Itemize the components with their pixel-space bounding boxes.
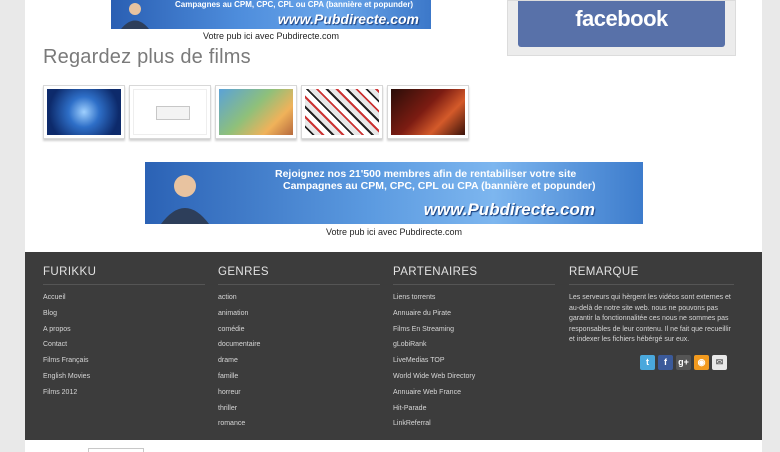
footer-link[interactable]: Annuaire Web France bbox=[393, 388, 555, 404]
remarque-text: Les serveurs qui hèrgent les vidéos sont… bbox=[569, 294, 731, 343]
facebook-icon[interactable]: f bbox=[658, 355, 673, 370]
footer-link[interactable]: horreur bbox=[218, 388, 380, 404]
mid-banner-line1: Rejoignez nos 21'500 membres afin de ren… bbox=[275, 168, 577, 180]
film-thumbnail[interactable] bbox=[129, 85, 211, 139]
footer-link[interactable]: Accueil bbox=[43, 293, 205, 309]
footer-link[interactable]: English Movies bbox=[43, 372, 205, 388]
twitter-icon[interactable]: t bbox=[640, 355, 655, 370]
footer-link[interactable]: A propos bbox=[43, 325, 205, 341]
film-poster-image bbox=[47, 89, 121, 135]
footer-link[interactable]: World Wide Web Directory bbox=[393, 372, 555, 388]
footer-heading: PARTENAIRES bbox=[393, 266, 555, 285]
film-thumbnail[interactable] bbox=[301, 85, 383, 139]
top-banner-caption[interactable]: Votre pub ici avec Pubdirecte.com bbox=[111, 31, 431, 41]
rss-icon[interactable]: ◉ bbox=[694, 355, 709, 370]
footer-heading: REMARQUE bbox=[569, 266, 734, 285]
mid-ad-banner[interactable]: Rejoignez nos 21'500 membres afin de ren… bbox=[145, 162, 643, 224]
google-plus-icon[interactable]: g+ bbox=[676, 355, 691, 370]
top-banner-brand: www.Pubdirecte.com bbox=[277, 11, 419, 27]
section-title: Regardez plus de films bbox=[43, 46, 251, 68]
top-ad-banner[interactable]: Campagnes au CPM, CPC, CPL ou CPA (banni… bbox=[111, 0, 431, 29]
footer-link[interactable]: drame bbox=[218, 356, 380, 372]
footer-link[interactable]: romance bbox=[218, 419, 380, 435]
film-thumbnail[interactable] bbox=[387, 85, 469, 139]
bottom-input-field[interactable] bbox=[88, 448, 144, 452]
site-footer: FURIKKU Accueil Blog A propos Contact Fi… bbox=[25, 252, 762, 440]
film-thumbnails bbox=[43, 85, 473, 139]
film-thumbnail[interactable] bbox=[215, 85, 297, 139]
film-poster-image bbox=[219, 89, 293, 135]
footer-link[interactable]: documentaire bbox=[218, 340, 380, 356]
footer-column-furikku: FURIKKU Accueil Blog A propos Contact Fi… bbox=[43, 266, 205, 404]
film-poster-image bbox=[391, 89, 465, 135]
footer-link[interactable]: Films 2012 bbox=[43, 388, 205, 404]
footer-link[interactable]: Films Français bbox=[43, 356, 205, 372]
social-icons: t f g+ ◉ ✉ bbox=[640, 355, 730, 370]
facebook-widget: facebook bbox=[507, 0, 736, 56]
facebook-button[interactable]: facebook bbox=[518, 1, 725, 47]
film-thumbnail[interactable] bbox=[43, 85, 125, 139]
footer-link[interactable]: thriller bbox=[218, 404, 380, 420]
footer-link[interactable]: Annuaire du Pirate bbox=[393, 309, 555, 325]
footer-column-remarque: REMARQUE Les serveurs qui hèrgent les vi… bbox=[569, 266, 734, 346]
footer-heading: GENRES bbox=[218, 266, 380, 285]
footer-link[interactable]: animation bbox=[218, 309, 380, 325]
person-illustration bbox=[161, 175, 209, 224]
mail-icon[interactable]: ✉ bbox=[712, 355, 727, 370]
footer-link[interactable]: Films En Streaming bbox=[393, 325, 555, 341]
film-poster-placeholder bbox=[133, 89, 207, 135]
footer-link[interactable]: action bbox=[218, 293, 380, 309]
footer-link[interactable]: famille bbox=[218, 372, 380, 388]
placeholder-icon bbox=[156, 106, 190, 120]
mid-banner-caption[interactable]: Votre pub ici avec Pubdirecte.com bbox=[145, 227, 643, 237]
mid-banner-brand: www.Pubdirecte.com bbox=[423, 200, 595, 219]
page-container: Campagnes au CPM, CPC, CPL ou CPA (banni… bbox=[25, 0, 762, 452]
footer-link[interactable]: Liens torrents bbox=[393, 293, 555, 309]
footer-link[interactable]: Contact bbox=[43, 340, 205, 356]
top-banner-text: Campagnes au CPM, CPC, CPL ou CPA (banni… bbox=[175, 0, 414, 9]
facebook-label: facebook bbox=[575, 6, 668, 31]
film-poster-image bbox=[305, 89, 379, 135]
person-illustration bbox=[121, 3, 149, 29]
mid-banner-line2: Campagnes au CPM, CPC, CPL ou CPA (banni… bbox=[283, 180, 596, 192]
footer-column-genres: GENRES action animation comédie document… bbox=[218, 266, 380, 435]
footer-heading: FURIKKU bbox=[43, 266, 205, 285]
footer-column-partenaires: PARTENAIRES Liens torrents Annuaire du P… bbox=[393, 266, 555, 435]
footer-link[interactable]: Hit-Parade bbox=[393, 404, 555, 420]
footer-link[interactable]: LinkReferral bbox=[393, 419, 555, 435]
footer-link[interactable]: LiveMedias TOP bbox=[393, 356, 555, 372]
footer-link[interactable]: comédie bbox=[218, 325, 380, 341]
footer-link[interactable]: Blog bbox=[43, 309, 205, 325]
footer-link[interactable]: gLobiRank bbox=[393, 340, 555, 356]
